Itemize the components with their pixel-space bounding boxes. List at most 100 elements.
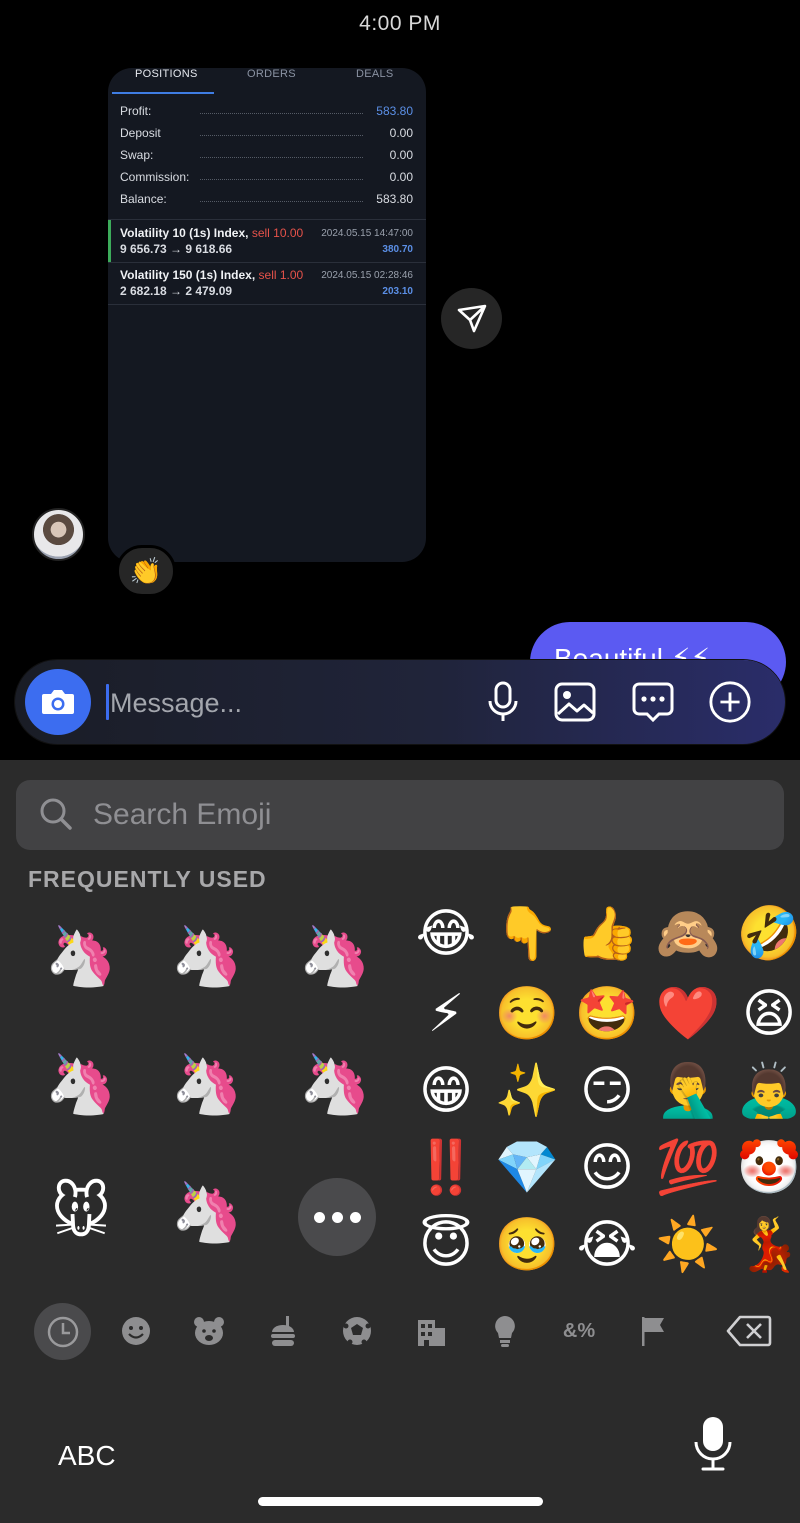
summary-row-swap: Swap: 0.00 [120, 148, 413, 170]
summary-row-commission: Commission: 0.00 [120, 170, 413, 192]
memoji-sticker[interactable]: 🦄 [162, 1168, 252, 1258]
category-symbols[interactable]: &% [556, 1308, 602, 1354]
emoji-key[interactable]: 💃 [734, 1210, 800, 1280]
memoji-sticker[interactable]: 🦄 [36, 912, 126, 1002]
summary-value: 0.00 [389, 126, 413, 140]
emoji-key[interactable]: ☀️ [653, 1210, 723, 1280]
emoji-search-field[interactable]: Search Emoji [16, 780, 784, 850]
avatar[interactable] [32, 508, 85, 561]
emoji-key[interactable]: 👇 [492, 899, 562, 969]
tab-underline [112, 92, 214, 94]
deal-date: 2024.05.15 02:28:46 [321, 270, 413, 281]
emoji-key[interactable]: 🤩 [572, 979, 642, 1049]
message-input[interactable] [110, 684, 460, 722]
memoji-sticker[interactable]: 🐭 [36, 1168, 126, 1258]
smiley-icon [122, 1317, 150, 1345]
soccer-ball-icon [343, 1317, 371, 1345]
share-button[interactable] [441, 288, 502, 349]
lightbulb-icon [495, 1316, 515, 1347]
memoji-sticker[interactable]: 🦄 [290, 912, 380, 1002]
memoji-sticker[interactable]: 🦄 [290, 1040, 380, 1130]
add-button[interactable] [708, 680, 752, 724]
summary-label: Balance: [120, 192, 167, 206]
emoji-key[interactable]: 🙈 [653, 899, 723, 969]
microphone-icon [694, 1417, 732, 1471]
abc-keyboard-button[interactable]: ABC [58, 1440, 116, 1472]
memoji-sticker[interactable]: 🦄 [162, 1040, 252, 1130]
emoji-key[interactable]: 💎 [492, 1133, 562, 1203]
emoji-key[interactable]: 🤣 [734, 899, 800, 969]
camera-icon [42, 690, 74, 714]
deal-prices: 2 682.18 → 2 479.09 [120, 284, 233, 298]
category-smileys[interactable] [113, 1308, 159, 1354]
summary-row-deposit: Deposit 0.00 [120, 126, 413, 148]
summary-label: Swap: [120, 148, 154, 162]
emoji-key[interactable]: ⚡ [411, 979, 481, 1049]
more-dot-icon [331, 1211, 343, 1223]
category-food[interactable] [260, 1308, 306, 1354]
memoji-sticker[interactable]: 🦄 [36, 1040, 126, 1130]
text-caret [106, 684, 109, 720]
status-time: 4:00 PM [359, 12, 441, 35]
deal-amount: 203.10 [382, 286, 413, 297]
emoji-key[interactable]: 🥹 [492, 1210, 562, 1280]
emoji-key[interactable]: 😊 [572, 1133, 642, 1203]
camera-button[interactable] [25, 669, 91, 735]
tab-orders: ORDERS [247, 68, 296, 80]
emoji-key[interactable]: 👍 [572, 899, 642, 969]
flag-icon [642, 1317, 664, 1346]
emoji-key[interactable]: 💯 [653, 1133, 723, 1203]
deal-side: sell 10.00 [251, 226, 304, 240]
shared-screenshot[interactable]: POSITIONS ORDERS DEALS Profit: 583.80 De… [108, 68, 426, 562]
category-activity[interactable] [334, 1308, 380, 1354]
emoji-key[interactable]: ❤️ [653, 979, 723, 1049]
microphone-icon [488, 681, 518, 721]
emoji-key[interactable]: 😂 [411, 899, 481, 969]
deal-symbol: Volatility 10 (1s) Index, sell 10.00 [120, 226, 304, 240]
image-icon [554, 682, 596, 722]
more-stickers-button[interactable] [298, 1178, 376, 1256]
paper-plane-icon [457, 304, 487, 333]
deal-symbol: Volatility 150 (1s) Index, sell 1.00 [120, 268, 304, 282]
deal-side: sell 1.00 [258, 268, 304, 282]
more-dot-icon [349, 1211, 361, 1223]
category-objects[interactable] [482, 1308, 528, 1354]
sticker-button[interactable] [631, 680, 675, 724]
memoji-sticker[interactable]: 🦄 [162, 912, 252, 1002]
microphone-button[interactable] [481, 680, 525, 724]
deal-amount: 380.70 [382, 244, 413, 255]
tab-deals: DEALS [356, 68, 394, 80]
emoji-key[interactable]: 🙇‍♂️ [734, 1056, 800, 1126]
category-travel[interactable] [408, 1308, 454, 1354]
dictation-button[interactable] [690, 1414, 736, 1474]
summary-value: 0.00 [389, 170, 413, 184]
category-recent[interactable] [34, 1303, 91, 1360]
emoji-key[interactable]: 😏 [572, 1056, 642, 1126]
emoji-search-placeholder: Search Emoji [93, 798, 272, 831]
backspace-icon [726, 1315, 772, 1347]
gallery-button[interactable] [553, 680, 597, 724]
deal-date: 2024.05.15 14:47:00 [321, 228, 413, 239]
deal-row: Volatility 150 (1s) Index, sell 1.00 2 6… [108, 262, 426, 304]
plus-circle-icon [709, 681, 751, 723]
backspace-button[interactable] [724, 1308, 774, 1354]
emoji-key[interactable]: 😇 [411, 1210, 481, 1280]
summary-label: Commission: [120, 170, 190, 184]
chat-bubble-icon [632, 682, 674, 723]
emoji-key[interactable]: 😁 [411, 1056, 481, 1126]
emoji-key[interactable]: ☺️ [492, 979, 562, 1049]
category-flags[interactable] [630, 1308, 676, 1354]
emoji-key[interactable]: 🤡 [734, 1133, 800, 1203]
summary-row-balance: Balance: 583.80 [120, 192, 413, 214]
emoji-key[interactable]: 😭 [572, 1210, 642, 1280]
emoji-key[interactable]: 🤦‍♂️ [653, 1056, 723, 1126]
emoji-key[interactable]: ‼️ [411, 1133, 481, 1203]
search-icon [40, 798, 72, 830]
bear-icon [194, 1317, 224, 1345]
category-animals[interactable] [186, 1308, 232, 1354]
emoji-key[interactable]: ✨ [492, 1056, 562, 1126]
home-indicator[interactable] [258, 1497, 543, 1506]
emoji-key[interactable]: 😫 [734, 979, 800, 1049]
card-tabs: POSITIONS ORDERS DEALS [108, 68, 426, 94]
reaction-badge[interactable]: 👏 [116, 545, 176, 597]
